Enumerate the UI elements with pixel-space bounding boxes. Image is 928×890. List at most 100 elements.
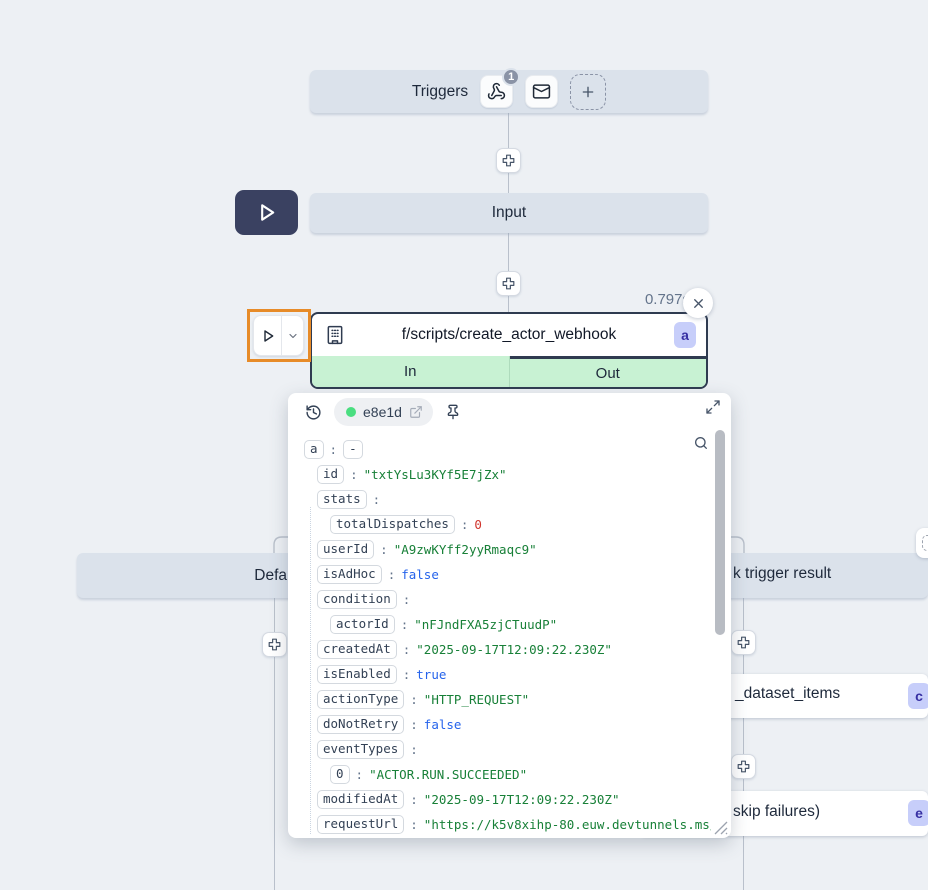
step-id-badge: e <box>908 800 928 826</box>
plus-cross-icon <box>501 153 516 168</box>
json-value: false <box>401 567 439 582</box>
json-row[interactable]: 0:"ACTOR.RUN.SUCCEEDED" <box>288 762 711 787</box>
add-branch-button-partial[interactable] <box>916 528 928 558</box>
insert-step-button-top[interactable] <box>496 148 521 173</box>
insert-step-button-branch-right[interactable] <box>731 630 756 655</box>
insert-step-button-below-dataset[interactable] <box>731 754 756 779</box>
json-value: false <box>424 717 462 732</box>
json-separator: : <box>350 467 358 482</box>
json-row[interactable]: a:- <box>288 437 711 462</box>
json-row[interactable]: actorId:"nFJndFXA5zjCTuudP" <box>288 612 711 637</box>
json-key[interactable]: createdAt <box>317 640 397 659</box>
branch-default-node[interactable]: Defa <box>77 553 307 598</box>
status-dot <box>346 407 356 417</box>
close-button[interactable] <box>683 288 713 318</box>
flow-editor-canvas[interactable]: Triggers 1 Input 0.797s <box>0 0 928 890</box>
json-key[interactable]: requestUrl <box>317 815 404 834</box>
json-row[interactable]: totalDispatches:0 <box>288 512 711 537</box>
plus-cross-icon <box>736 759 751 774</box>
result-preview-panel[interactable]: e8e1d a:-id:"txtYsLu3KYf5E7jZx"stats:tot… <box>288 393 731 838</box>
json-key[interactable]: userId <box>317 540 374 559</box>
run-version-pill[interactable]: e8e1d <box>334 398 433 426</box>
run-step-options-button[interactable] <box>282 316 303 355</box>
webhook-count-badge: 1 <box>502 68 520 86</box>
history-icon[interactable] <box>305 404 322 421</box>
panel-scrollbar[interactable] <box>715 430 725 635</box>
dataset-items-label: _dataset_items <box>735 685 840 703</box>
plus-cross-icon <box>501 276 516 291</box>
json-row[interactable]: doNotRetry:false <box>288 712 711 737</box>
json-row[interactable]: stats: <box>288 487 711 512</box>
json-separator: : <box>410 792 418 807</box>
tab-in[interactable]: In <box>312 356 510 387</box>
json-key[interactable]: eventTypes <box>317 740 404 759</box>
indent-guide <box>310 507 311 834</box>
json-separator: : <box>410 742 418 757</box>
json-row[interactable]: createdAt:"2025-09-17T12:09:22.230Z" <box>288 637 711 662</box>
json-separator: : <box>373 492 381 507</box>
input-node[interactable]: Input <box>310 193 708 233</box>
plus-icon <box>580 84 596 100</box>
json-row[interactable]: userId:"A9zwKYff2yyRmaqc9" <box>288 537 711 562</box>
expand-icon[interactable] <box>705 399 721 415</box>
run-step-button[interactable] <box>254 316 282 355</box>
json-key[interactable]: isAdHoc <box>317 565 382 584</box>
skip-failures-label: skip failures) <box>733 803 820 821</box>
json-value: "nFJndFXA5zjCTuudP" <box>414 617 557 632</box>
json-key[interactable]: modifiedAt <box>317 790 404 809</box>
play-icon <box>260 328 276 344</box>
add-trigger-button[interactable] <box>570 74 606 110</box>
webhook-trigger-button[interactable]: 1 <box>480 75 513 108</box>
json-key[interactable]: 0 <box>330 765 350 784</box>
branch-trigger-result-label: k trigger result <box>733 565 831 583</box>
run-flow-button[interactable] <box>235 190 298 235</box>
json-value: true <box>416 667 446 682</box>
collapse-toggle[interactable]: - <box>343 440 363 459</box>
json-row[interactable]: requestUrl:"https://k5v8xihp-80.euw.devt… <box>288 812 711 837</box>
json-separator: : <box>403 592 411 607</box>
tab-out[interactable]: Out <box>510 356 707 387</box>
json-row[interactable]: id: "txtYsLu3KYf5E7jZx" <box>288 462 711 487</box>
json-key[interactable]: actionType <box>317 690 404 709</box>
resize-handle[interactable] <box>713 820 729 836</box>
json-value: "txtYsLu3KYf5E7jZx" <box>364 467 507 482</box>
json-key[interactable]: doNotRetry <box>317 715 404 734</box>
plus-cross-icon <box>736 635 751 650</box>
json-key[interactable]: stats <box>317 490 367 509</box>
json-separator: : <box>380 542 388 557</box>
triggers-node[interactable]: Triggers 1 <box>310 70 708 113</box>
plus-cross-icon <box>267 637 282 652</box>
play-icon <box>255 201 278 224</box>
json-row[interactable]: actionType:"HTTP_REQUEST" <box>288 687 711 712</box>
json-separator: : <box>403 667 411 682</box>
insert-step-button-mid[interactable] <box>496 271 521 296</box>
json-row[interactable]: isEnabled: true <box>288 662 711 687</box>
json-separator: : <box>388 567 396 582</box>
json-value: "2025-09-17T12:09:22.230Z" <box>424 792 620 807</box>
input-node-label: Input <box>492 204 526 222</box>
json-row[interactable]: eventTypes: <box>288 737 711 762</box>
run-step-split-button[interactable] <box>253 315 304 356</box>
chevron-down-icon <box>287 330 299 342</box>
json-row[interactable]: isAdHoc: false <box>288 562 711 587</box>
json-separator: : <box>461 517 469 532</box>
external-link-icon[interactable] <box>409 405 423 419</box>
email-trigger-button[interactable] <box>525 75 558 108</box>
json-result-tree[interactable]: a:-id:"txtYsLu3KYf5E7jZx"stats:totalDisp… <box>288 437 711 838</box>
json-row[interactable]: condition: <box>288 587 711 612</box>
json-key[interactable]: id <box>317 465 344 484</box>
pin-icon[interactable] <box>445 404 461 420</box>
json-key[interactable]: condition <box>317 590 397 609</box>
branch-default-label: Defa <box>254 567 287 585</box>
json-key[interactable]: actorId <box>330 615 395 634</box>
close-icon <box>691 296 706 311</box>
json-value: "HTTP_REQUEST" <box>424 692 529 707</box>
json-key[interactable]: isEnabled <box>317 665 397 684</box>
json-value: "2025-09-17T12:09:22.230Z" <box>416 642 612 657</box>
insert-step-button-branch-left[interactable] <box>262 632 287 657</box>
json-separator: : <box>356 767 364 782</box>
json-key[interactable]: totalDispatches <box>330 515 455 534</box>
script-step-node[interactable]: f/scripts/create_actor_webhook a In Out <box>310 312 708 389</box>
json-row[interactable]: modifiedAt: "2025-09-17T12:09:22.230Z" <box>288 787 711 812</box>
json-key[interactable]: a <box>304 440 324 459</box>
